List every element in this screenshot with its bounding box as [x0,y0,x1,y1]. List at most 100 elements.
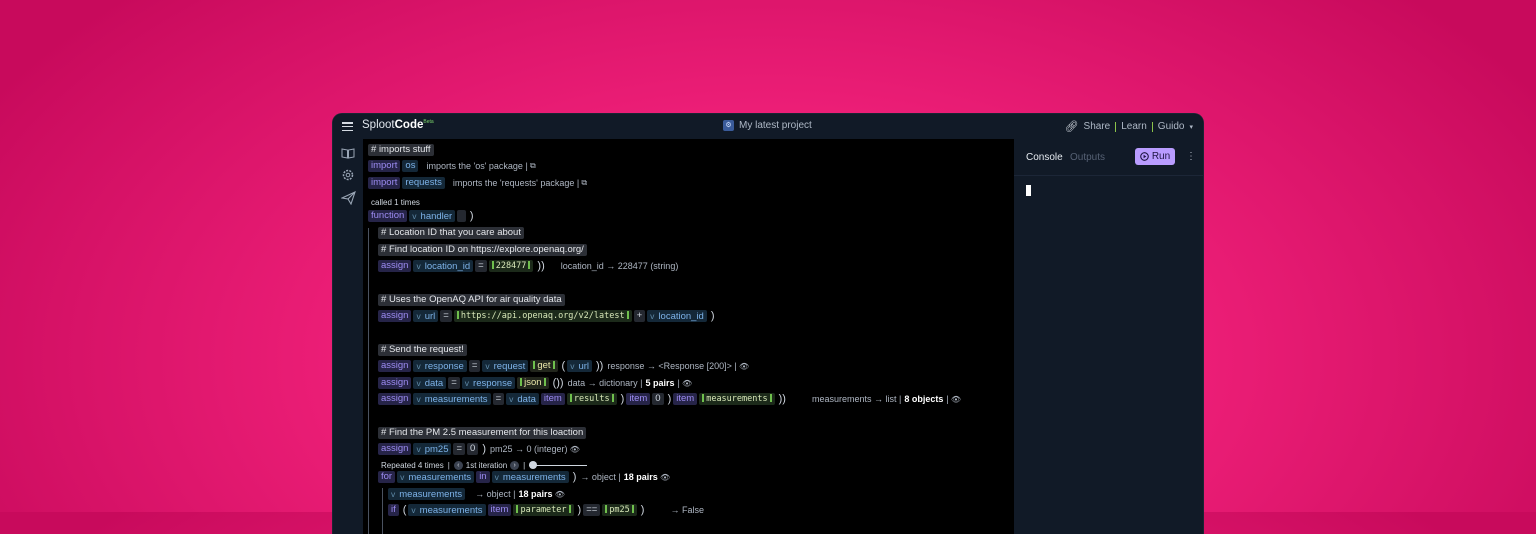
assign-operator[interactable]: = [492,393,505,405]
string-literal[interactable]: https://api.openaq.org/v2/latest [453,310,632,322]
item-keyword[interactable]: item [673,393,698,405]
assign-operator[interactable]: = [475,260,487,272]
assign-operator[interactable]: = [468,360,481,372]
project-title[interactable]: ⚙ My latest project [723,120,812,131]
comment[interactable]: # Send the request! [378,344,467,356]
assign-keyword[interactable]: assign [378,310,412,322]
code-line[interactable]: for v measurements in v measurements ) → o… [378,470,670,484]
variable[interactable]: v pm25 [413,443,452,455]
assign-operator[interactable]: = [448,377,460,389]
assign-keyword[interactable]: assign [378,393,412,405]
run-button[interactable]: Run [1135,148,1175,165]
variable[interactable]: v request [482,360,529,372]
function-keyword[interactable]: function [368,210,408,222]
code-line[interactable]: # Find the PM 2.5 measurement for this l… [378,426,588,440]
send-icon[interactable] [340,190,356,207]
import-keyword[interactable]: import [368,177,401,189]
item-keyword[interactable]: item [540,393,565,405]
code-line[interactable]: import os imports the 'os' package | ⧉ [368,159,536,173]
code-line[interactable]: assign v pm25 = 0 ) pm25 → 0 (integer) 👁︎ [378,442,580,456]
plus-operator[interactable]: + [633,310,646,322]
user-menu[interactable]: Guido [1158,121,1185,132]
string-literal[interactable]: measurements [699,393,775,405]
code-line[interactable]: # Uses the OpenAQ API for air quality da… [378,293,567,307]
code-line[interactable]: assign v response = v request get ( v url )… [378,359,749,373]
comment[interactable]: # Uses the OpenAQ API for air quality da… [378,294,565,306]
learn-link[interactable]: Learn [1121,121,1147,132]
variable[interactable]: v url [413,310,439,322]
variable[interactable]: v measurements [408,504,486,516]
variable[interactable]: v measurements [397,471,475,483]
book-icon[interactable] [341,147,355,161]
module-requests[interactable]: requests [402,177,445,189]
item-keyword[interactable]: item [626,393,651,405]
function-name[interactable]: v handler [409,210,456,222]
console-cursor[interactable] [1026,185,1031,196]
eye-icon[interactable]: 👁︎ [568,445,580,454]
import-keyword[interactable]: import [368,160,401,172]
code-line[interactable]: assign v location_id = 228477 )) location… [378,259,678,273]
string-literal[interactable]: results [566,393,617,405]
external-link-icon[interactable]: ⧉ [528,161,536,171]
iteration-slider[interactable] [529,461,588,469]
code-line[interactable]: if ( v measurements item parameter ) == p… [388,503,704,517]
in-keyword[interactable]: in [476,471,490,483]
number-literal[interactable]: 0 [467,443,479,455]
code-line[interactable]: # imports stuff [368,143,436,157]
variable[interactable]: v response [413,360,467,372]
variable[interactable]: v url [567,360,593,372]
variable[interactable]: v measurements [413,393,491,405]
tab-outputs[interactable]: Outputs [1070,152,1105,163]
comment[interactable]: # Find location ID on https://explore.op… [378,244,587,256]
code-line[interactable]: # Find location ID on https://explore.op… [378,243,589,257]
assign-keyword[interactable]: assign [378,443,412,455]
hamburger-menu-icon[interactable] [342,122,353,132]
chevron-down-icon[interactable]: ▾ [1189,123,1193,131]
assign-operator[interactable]: = [453,443,466,455]
variable[interactable]: v measurements [491,471,569,483]
code-line[interactable]: # Location ID that you care about [378,226,526,240]
external-link-icon[interactable]: ⧉ [579,178,587,188]
assign-keyword[interactable]: assign [378,260,412,272]
comment[interactable]: # imports stuff [368,144,434,156]
empty-params[interactable] [457,210,466,222]
string-literal[interactable]: pm25 [602,504,637,516]
eye-icon[interactable]: 👁︎ [552,490,565,499]
gear-icon[interactable] [341,168,355,184]
variable[interactable]: v data [413,377,447,389]
string-literal[interactable]: 228477 [488,260,534,272]
string-literal[interactable]: parameter [513,504,574,516]
code-line[interactable]: v measurements → object | 18 pairs 👁︎ [388,487,565,501]
for-keyword[interactable]: for [378,471,396,483]
eye-icon[interactable]: 👁︎ [680,379,692,388]
if-keyword[interactable]: if [388,504,399,516]
code-editor[interactable]: # imports stuff import os imports the 'o… [363,139,1014,534]
variable[interactable]: v response [461,377,516,389]
code-line[interactable]: assign v url = https://api.openaq.org/v2/… [378,309,717,323]
code-line[interactable]: import requests imports the 'requests' p… [368,176,587,190]
eye-icon[interactable]: 👁︎ [658,473,670,482]
comment[interactable]: # Find the PM 2.5 measurement for this l… [378,427,587,439]
equals-operator[interactable]: == [583,504,601,516]
assign-keyword[interactable]: assign [378,360,412,372]
code-line[interactable]: # Send the request! [378,343,469,357]
variable[interactable]: v data [506,393,539,405]
variable[interactable]: v location_id [647,310,707,322]
comment[interactable]: # Location ID that you care about [378,227,524,239]
method-get[interactable]: get [530,360,558,372]
eye-icon[interactable]: 👁︎ [737,362,749,371]
prev-iteration-icon[interactable]: ‹ [453,460,463,470]
code-line[interactable]: function v handler ) [368,209,476,223]
variable[interactable]: v location_id [413,260,474,272]
assign-operator[interactable]: = [440,310,452,322]
number-literal[interactable]: 0 [652,393,664,405]
module-os[interactable]: os [402,160,419,172]
code-line[interactable]: assign v measurements = v data item result… [378,392,961,406]
eye-icon[interactable]: 👁︎ [949,395,961,404]
item-keyword[interactable]: item [487,504,512,516]
slider-handle[interactable] [529,461,538,469]
share-button[interactable]: Share [1084,121,1111,132]
assign-keyword[interactable]: assign [378,377,412,389]
variable[interactable]: v measurements [388,488,466,500]
more-options-icon[interactable]: ⋮ [1186,151,1196,162]
